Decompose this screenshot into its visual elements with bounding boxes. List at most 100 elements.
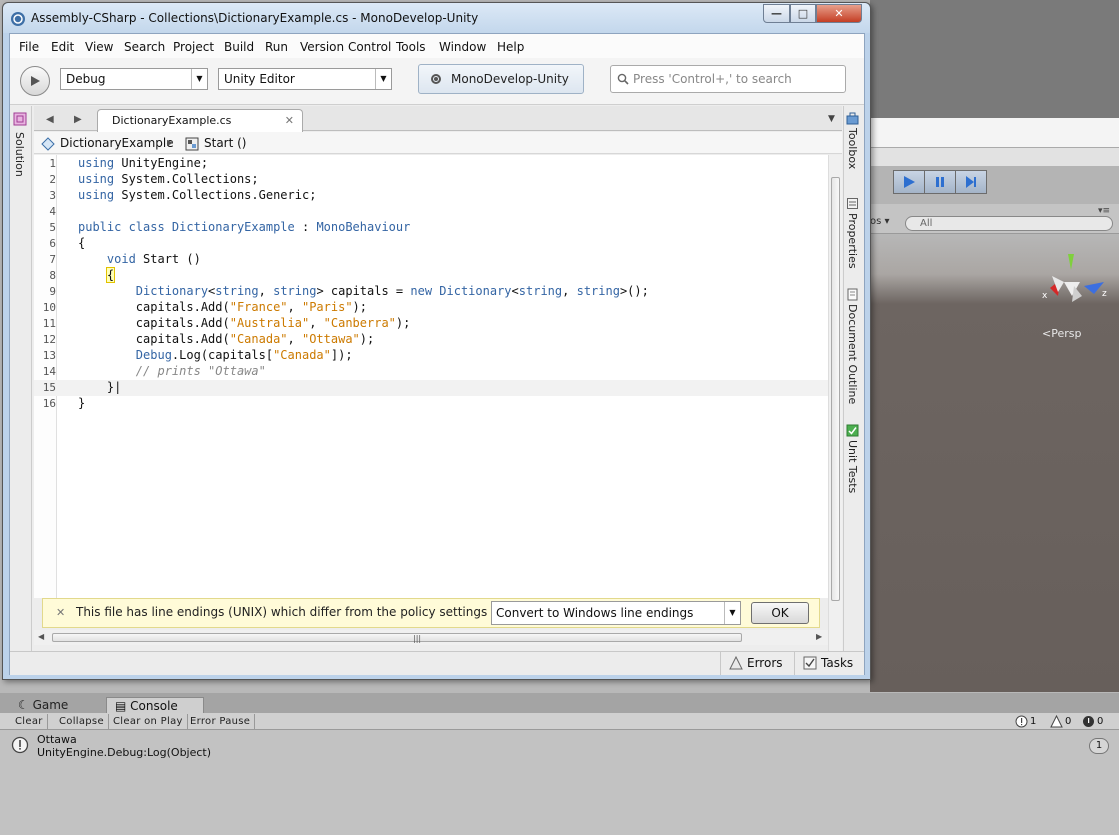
tab-list-dropdown-icon[interactable]: ▼ bbox=[828, 114, 835, 124]
code-line[interactable]: capitals.Add("Australia", "Canberra"); bbox=[78, 316, 411, 332]
editor-vertical-scrollbar[interactable] bbox=[828, 155, 842, 653]
clear-on-play-button[interactable]: Clear on Play bbox=[109, 714, 188, 729]
monodevelop-logo-icon bbox=[11, 12, 25, 26]
menu-window[interactable]: Window bbox=[439, 40, 486, 54]
pad-unit-tests[interactable]: Unit Tests bbox=[845, 424, 861, 504]
menu-run[interactable]: Run bbox=[265, 40, 288, 54]
tasks-pad-button[interactable]: Tasks bbox=[794, 651, 864, 675]
pause-button[interactable] bbox=[924, 170, 956, 194]
close-window-button[interactable]: ✕ bbox=[816, 4, 862, 23]
target-select[interactable]: Unity Editor ▼ bbox=[218, 68, 392, 90]
pane-menu-icon[interactable]: ▾≡ bbox=[1098, 206, 1110, 216]
collapse-button[interactable]: Collapse bbox=[55, 714, 109, 729]
pad-properties[interactable]: Properties bbox=[845, 197, 861, 277]
menu-search[interactable]: Search bbox=[124, 40, 165, 54]
tab-scroll-left-icon[interactable]: ◀ bbox=[46, 114, 54, 125]
code-token: < bbox=[511, 284, 519, 298]
line-number: 7 bbox=[49, 253, 56, 266]
menu-view[interactable]: View bbox=[85, 40, 113, 54]
code-token: string bbox=[273, 284, 317, 298]
code-token: DictionaryExample bbox=[164, 220, 295, 234]
ok-button[interactable]: OK bbox=[751, 602, 809, 624]
code-token: using bbox=[78, 156, 115, 170]
code-line[interactable]: void Start () bbox=[78, 252, 201, 268]
maximize-button[interactable]: □ bbox=[790, 4, 816, 23]
code-line[interactable]: }| bbox=[78, 380, 121, 396]
code-line[interactable]: Dictionary<string, string> capitals = ne… bbox=[78, 284, 649, 300]
pause-icon bbox=[936, 177, 944, 187]
close-tab-icon[interactable]: ✕ bbox=[285, 110, 294, 132]
run-button[interactable] bbox=[20, 66, 50, 96]
code-line[interactable]: // prints "Ottawa" bbox=[78, 364, 266, 380]
orientation-gizmo-icon[interactable]: x z bbox=[1036, 252, 1108, 314]
current-line-highlight bbox=[34, 380, 828, 396]
menu-edit[interactable]: Edit bbox=[51, 40, 74, 54]
log-entry-message[interactable]: Ottawa bbox=[37, 733, 77, 746]
code-token: ); bbox=[359, 332, 375, 346]
play-button[interactable] bbox=[893, 170, 925, 194]
code-line[interactable]: } bbox=[78, 396, 85, 412]
code-line[interactable]: capitals.Add("France", "Paris"); bbox=[78, 300, 367, 316]
gizmos-dropdown[interactable]: os ▾ bbox=[870, 216, 890, 227]
breadcrumb-class[interactable]: DictionaryExample bbox=[60, 136, 174, 150]
vertical-scroll-thumb[interactable] bbox=[831, 177, 840, 601]
document-tab-dictionaryexample[interactable]: DictionaryExample.cs ✕ bbox=[97, 109, 303, 132]
dismiss-infobar-icon[interactable]: ✕ bbox=[56, 606, 65, 619]
horizontal-scroll-thumb[interactable]: ||| bbox=[52, 633, 742, 643]
line-number: 10 bbox=[42, 301, 56, 314]
menu-file[interactable]: File bbox=[19, 40, 39, 54]
menu-version-control[interactable]: Version Control bbox=[300, 40, 391, 54]
code-line[interactable]: using UnityEngine; bbox=[78, 156, 208, 172]
code-token: using bbox=[78, 172, 115, 186]
code-token: >(); bbox=[619, 284, 649, 298]
code-line[interactable]: public class DictionaryExample : MonoBeh… bbox=[78, 220, 410, 236]
code-token: "Canberra" bbox=[323, 316, 396, 330]
menu-project[interactable]: Project bbox=[173, 40, 214, 54]
scene-search-input[interactable]: All bbox=[905, 216, 1113, 231]
code-line[interactable]: { bbox=[78, 267, 116, 284]
global-search-input[interactable]: Press 'Control+,' to search bbox=[610, 65, 846, 93]
breadcrumb-method[interactable]: Start () bbox=[204, 136, 247, 150]
pad-document-outline[interactable]: Document Outline bbox=[845, 288, 861, 408]
info-count-toggle[interactable]: 1 bbox=[1015, 714, 1036, 729]
step-button[interactable] bbox=[955, 170, 987, 194]
scroll-left-icon[interactable]: ◀ bbox=[38, 632, 44, 641]
code-line[interactable]: using System.Collections; bbox=[78, 172, 259, 188]
editor-horizontal-scrollbar[interactable]: ◀ ||| ▶ bbox=[34, 630, 828, 645]
line-number: 13 bbox=[42, 349, 56, 362]
menu-help[interactable]: Help bbox=[497, 40, 524, 54]
log-entry-count-badge: 1 bbox=[1089, 738, 1109, 754]
code-line[interactable]: using System.Collections.Generic; bbox=[78, 188, 316, 204]
code-token: , bbox=[562, 284, 577, 298]
clear-button[interactable]: Clear bbox=[11, 714, 48, 729]
tab-console[interactable]: ▤ Console bbox=[106, 697, 204, 713]
tab-game[interactable]: ☾ Game bbox=[10, 697, 77, 713]
scene-search-placeholder: All bbox=[920, 218, 933, 229]
pad-toolbox[interactable]: Toolbox bbox=[845, 112, 861, 182]
code-token: Debug bbox=[78, 348, 172, 362]
code-token: , bbox=[287, 300, 302, 314]
menu-tools[interactable]: Tools bbox=[396, 40, 426, 54]
scroll-right-icon[interactable]: ▶ bbox=[816, 632, 822, 641]
tab-scroll-right-icon[interactable]: ▶ bbox=[74, 114, 82, 125]
code-line[interactable]: capitals.Add("Canada", "Ottawa"); bbox=[78, 332, 374, 348]
errors-pad-button[interactable]: Errors bbox=[720, 651, 794, 675]
code-line[interactable]: { bbox=[78, 236, 85, 252]
minimize-button[interactable]: — bbox=[763, 4, 790, 23]
warning-count-toggle[interactable]: 0 bbox=[1050, 714, 1071, 729]
persp-label[interactable]: <Persp bbox=[1042, 327, 1081, 340]
breadcrumb-separator-icon: ▶ bbox=[167, 138, 174, 147]
code-token: ); bbox=[395, 316, 411, 330]
code-line[interactable]: Debug.Log(capitals["Canada"]); bbox=[78, 348, 353, 364]
code-token: System.Collections.Generic; bbox=[114, 188, 317, 202]
error-pause-button[interactable]: Error Pause bbox=[186, 714, 256, 729]
menu-build[interactable]: Build bbox=[224, 40, 254, 54]
line-endings-action-select[interactable]: Convert to Windows line endings ▼ bbox=[491, 601, 741, 625]
code-token: .Log(capitals[ bbox=[171, 348, 274, 362]
line-number: 8 bbox=[49, 269, 56, 282]
line-number: 11 bbox=[42, 317, 56, 330]
log-entry-stack[interactable]: UnityEngine.Debug:Log(Object) bbox=[37, 746, 211, 759]
configuration-select[interactable]: Debug ▼ bbox=[60, 68, 208, 90]
code-token: { bbox=[105, 267, 116, 283]
error-count-toggle[interactable]: 0 bbox=[1082, 714, 1103, 729]
